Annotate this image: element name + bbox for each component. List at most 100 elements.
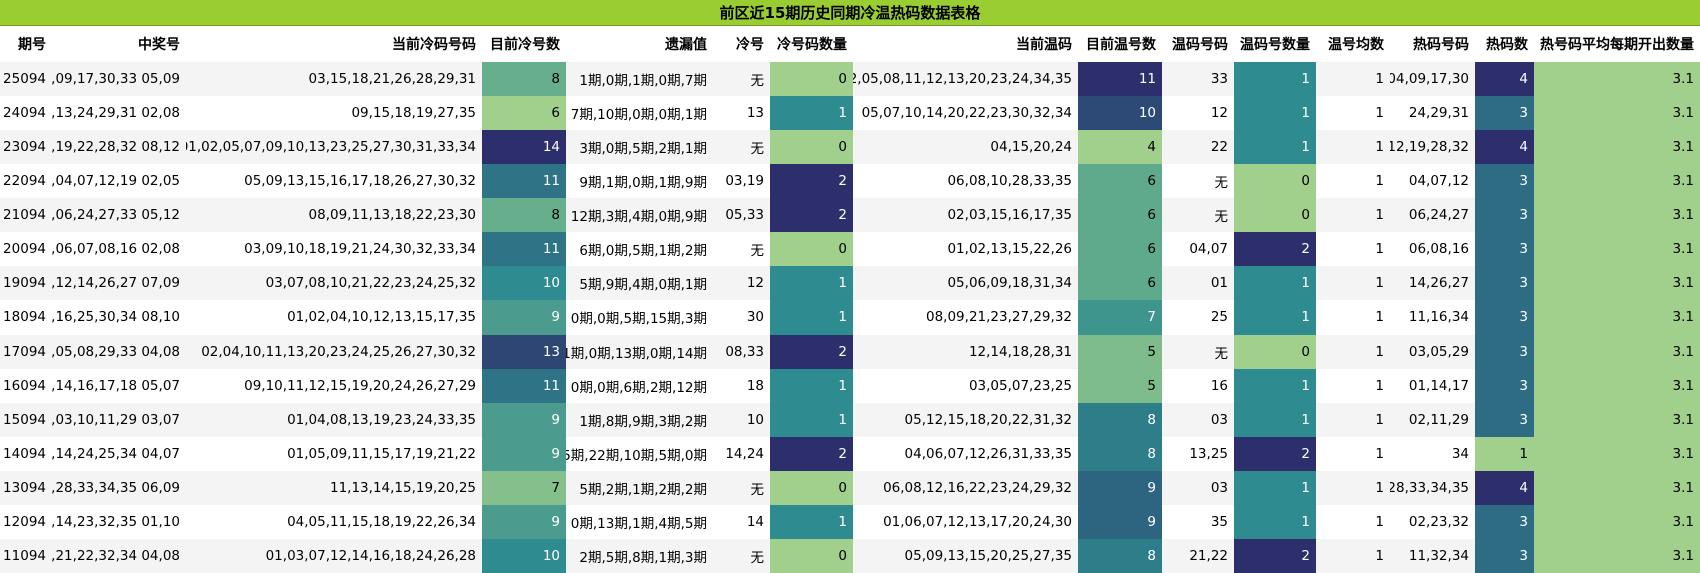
cell-warm-avg: 1 bbox=[1375, 445, 1384, 462]
table-row: 13094 03,28,33,34,35 06,09 11,13,14,15,19,… bbox=[0, 470, 1700, 505]
cell-period: 24094 bbox=[3, 105, 46, 122]
data-sheet: 前区近15期历史同期冷温热码数据表格 期号 中奖号 当前冷码号码 目前冷号数 遗漏值 冷号… bbox=[0, 0, 1700, 573]
cell-hot-count: 3 bbox=[1475, 334, 1534, 369]
cell-warm-hit-count: 1 bbox=[1234, 504, 1316, 539]
cell-hot-hit: 03,05,29 bbox=[1408, 343, 1469, 360]
cell-warm-count: 6 bbox=[1078, 266, 1162, 301]
cell-winning-numbers: 01,12,14,26,27 07,09 bbox=[52, 275, 180, 292]
cell-warm-hit: 22 bbox=[1210, 139, 1228, 156]
cell-period: 25094 bbox=[3, 71, 46, 88]
cell-warm-count: 9 bbox=[1078, 504, 1162, 539]
cell-hot-avg: 3.1 bbox=[1534, 198, 1700, 233]
cell-warm-numbers: 05,07,10,14,20,22,23,30,32,34 bbox=[861, 105, 1072, 122]
cell-warm-avg: 1 bbox=[1375, 547, 1384, 564]
cell-hot-count: 3 bbox=[1475, 266, 1534, 301]
cell-cold-hit-count: 0 bbox=[770, 62, 853, 97]
cell-warm-numbers: 01,06,07,12,13,17,20,24,30 bbox=[883, 513, 1072, 530]
cell-cold-numbers: 01,04,08,13,19,23,24,33,35 bbox=[287, 411, 476, 428]
cell-hot-hit: 12,19,28,32 bbox=[1390, 139, 1469, 156]
cell-warm-count: 6 bbox=[1078, 232, 1162, 267]
cell-cold-hit-count: 0 bbox=[770, 538, 853, 573]
cell-winning-numbers: 12,13,24,29,31 02,08 bbox=[52, 105, 180, 122]
cell-winning-numbers: 03,28,33,34,35 06,09 bbox=[52, 479, 180, 496]
cell-cold-hit-count: 1 bbox=[770, 402, 853, 437]
cell-warm-count: 8 bbox=[1078, 436, 1162, 471]
cell-period: 21094 bbox=[3, 207, 46, 224]
cell-period: 18094 bbox=[3, 309, 46, 326]
cell-warm-hit-count: 1 bbox=[1234, 470, 1316, 505]
cell-cold-count: 11 bbox=[482, 232, 566, 267]
cell-warm-hit: 21,22 bbox=[1189, 547, 1228, 564]
cell-hot-count: 4 bbox=[1475, 130, 1534, 165]
header-omission: 遗漏值 bbox=[665, 37, 707, 53]
cell-cold-hit: 14 bbox=[746, 513, 764, 530]
cell-cold-numbers: 03,09,10,18,19,21,24,30,32,33,34 bbox=[244, 241, 476, 258]
cell-warm-hit: 04,07 bbox=[1189, 241, 1228, 258]
cell-warm-numbers: 06,08,10,28,33,35 bbox=[947, 173, 1072, 190]
cell-hot-count: 3 bbox=[1475, 96, 1534, 131]
cell-cold-count: 8 bbox=[482, 62, 566, 97]
cell-cold-count: 14 bbox=[482, 130, 566, 165]
cell-warm-avg: 1 bbox=[1375, 275, 1384, 292]
table-row: 11094 11,21,22,32,34 04,08 01,03,07,12,14,… bbox=[0, 538, 1700, 573]
cell-cold-hit: 无 bbox=[750, 549, 765, 566]
cell-cold-hit: 14,24 bbox=[725, 445, 764, 462]
cell-hot-avg: 3.1 bbox=[1534, 266, 1700, 301]
cell-warm-hit: 12 bbox=[1210, 105, 1228, 122]
cell-cold-count: 8 bbox=[482, 198, 566, 233]
cell-warm-hit: 无 bbox=[1214, 209, 1229, 226]
cell-cold-numbers: 01,02,05,07,09,10,13,23,25,27,30,31,33,3… bbox=[186, 139, 476, 156]
cell-warm-hit-count: 2 bbox=[1234, 538, 1316, 573]
cell-omission: 0期,0期,6期,2期,12期 bbox=[570, 379, 707, 396]
cell-cold-hit-count: 2 bbox=[770, 164, 853, 199]
header-cold-hit: 冷号 bbox=[736, 37, 764, 53]
cell-warm-count: 5 bbox=[1078, 368, 1162, 403]
cell-winning-numbers: 05,06,24,27,33 05,12 bbox=[52, 207, 180, 224]
table-row: 22094 03,04,07,12,19 02,05 05,09,13,15,16,… bbox=[0, 164, 1700, 199]
cell-hot-count: 3 bbox=[1475, 538, 1534, 573]
cell-cold-numbers: 08,09,11,13,18,22,23,30 bbox=[308, 207, 476, 224]
cell-cold-numbers: 04,05,11,15,18,19,22,26,34 bbox=[287, 513, 476, 530]
cell-warm-hit-count: 1 bbox=[1234, 96, 1316, 131]
cell-warm-count: 8 bbox=[1078, 538, 1162, 573]
cell-winning-numbers: 12,19,22,28,32 08,12 bbox=[52, 139, 180, 156]
header-row: 期号 中奖号 当前冷码号码 目前冷号数 遗漏值 冷号 冷号码数量 当前温码 目前温号数 温码号码温… bbox=[0, 26, 1700, 62]
cell-cold-hit: 30 bbox=[746, 309, 764, 326]
cell-period: 23094 bbox=[3, 139, 46, 156]
cell-hot-avg: 3.1 bbox=[1534, 62, 1700, 97]
cell-winning-numbers: 02,03,10,11,29 03,07 bbox=[52, 411, 180, 428]
cell-cold-numbers: 02,04,10,11,13,20,23,24,25,26,27,30,32 bbox=[201, 343, 476, 360]
cell-warm-avg: 1 bbox=[1375, 71, 1384, 88]
cell-cold-count: 9 bbox=[482, 504, 566, 539]
table-row: 12094 02,14,23,32,35 01,10 04,05,11,15,18,… bbox=[0, 504, 1700, 539]
cell-hot-hit: 11,32,34 bbox=[1408, 547, 1469, 564]
cell-hot-hit: 14,26,27 bbox=[1408, 275, 1469, 292]
cell-hot-hit: 01,14,17 bbox=[1408, 377, 1469, 394]
cell-cold-hit-count: 0 bbox=[770, 232, 853, 267]
cell-cold-numbers: 01,03,07,12,14,16,18,24,26,28 bbox=[265, 547, 476, 564]
cell-omission: 5期,9期,4期,0期,1期 bbox=[579, 277, 707, 294]
cell-warm-numbers: 08,09,21,23,27,29,32 bbox=[926, 309, 1072, 326]
cell-omission: 7期,10期,0期,0期,1期 bbox=[570, 107, 707, 124]
cell-warm-hit-count: 0 bbox=[1234, 164, 1316, 199]
cell-hot-count: 3 bbox=[1475, 232, 1534, 267]
cell-cold-count: 11 bbox=[482, 368, 566, 403]
cell-hot-avg: 3.1 bbox=[1534, 538, 1700, 573]
cell-warm-avg: 1 bbox=[1375, 411, 1384, 428]
cell-period: 13094 bbox=[3, 479, 46, 496]
table-title-text: 前区近15期历史同期冷温热码数据表格 bbox=[719, 4, 981, 22]
cell-warm-numbers: 12,14,18,28,31 bbox=[968, 343, 1072, 360]
cell-omission: 5期,22期,10期,5期,0期 bbox=[566, 447, 707, 464]
cell-cold-hit: 03,19 bbox=[725, 173, 764, 190]
table-row: 23094 12,19,22,28,32 08,12 01,02,05,07,09,… bbox=[0, 130, 1700, 165]
cell-winning-numbers: 02,14,23,32,35 01,10 bbox=[52, 513, 180, 530]
cell-cold-hit: 18 bbox=[746, 377, 764, 394]
cell-omission: 1期,0期,1期,0期,7期 bbox=[579, 73, 707, 90]
cell-hot-avg: 3.1 bbox=[1534, 96, 1700, 131]
header-warm-hit-count: 温码号数量 bbox=[1240, 37, 1310, 53]
cell-hot-count: 3 bbox=[1475, 198, 1534, 233]
cell-warm-numbers: 02,05,08,11,12,13,20,23,24,34,35 bbox=[853, 71, 1072, 88]
cell-cold-hit-count: 1 bbox=[770, 300, 853, 335]
cell-cold-numbers: 05,09,13,15,16,17,18,26,27,30,32 bbox=[244, 173, 476, 190]
cell-omission: 5期,2期,1期,2期,2期 bbox=[579, 481, 707, 498]
